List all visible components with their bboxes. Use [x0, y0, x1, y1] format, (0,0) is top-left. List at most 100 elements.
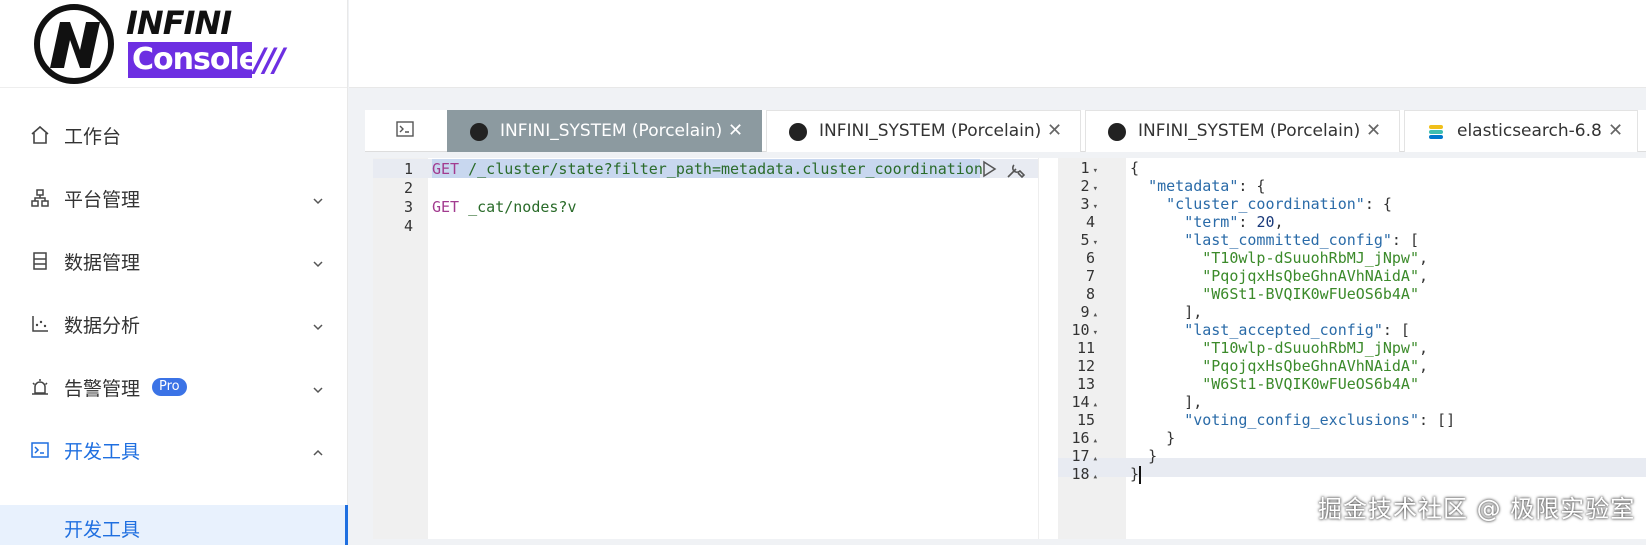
- request-editor[interactable]: 1 2 3 4 GET /_cluster/state?filter_path=…: [373, 158, 1038, 539]
- json-line: "PqojqxHsQbeGhnAVhNAidA",: [1202, 267, 1429, 285]
- line-number: 10 ▾: [1071, 321, 1098, 339]
- sidebar-item-label: 工作台: [64, 125, 122, 148]
- cluster-icon: [29, 187, 51, 209]
- json-line: "last_committed_config": [: [1184, 231, 1419, 249]
- line-number: 5 ▾: [1080, 231, 1098, 249]
- tab-label: INFINI_SYSTEM (Porcelain): [819, 121, 1042, 141]
- chevron-up-icon: [311, 443, 325, 457]
- json-line: ],: [1184, 393, 1203, 411]
- tab-label: INFINI_SYSTEM (Porcelain): [1138, 121, 1361, 141]
- line-number: 1 ▾: [1080, 159, 1098, 177]
- logo[interactable]: INFINI Console ///: [0, 0, 347, 88]
- home-icon: [29, 124, 51, 146]
- chevron-down-icon: [311, 254, 325, 268]
- line-number: 1: [403, 160, 413, 178]
- logo-slashes: ///: [254, 41, 285, 79]
- close-icon[interactable]: ✕: [728, 120, 743, 141]
- json-line: "term": 20,: [1184, 213, 1284, 231]
- tab-elasticsearch[interactable]: elasticsearch-6.8 ✕: [1404, 110, 1638, 152]
- logo-word-infini: INFINI: [126, 4, 232, 42]
- text-cursor: [1139, 466, 1141, 484]
- sidebar-item-platform[interactable]: 平台管理: [0, 176, 347, 220]
- line-number: 15: [1076, 411, 1095, 429]
- json-line: }: [1166, 429, 1176, 447]
- logo-word-console: Console: [128, 42, 259, 78]
- request-line-1: GET /_cluster/state?filter_path=metadata…: [432, 160, 983, 178]
- chevron-down-icon: [311, 317, 325, 331]
- response-viewer[interactable]: 1 ▾ 2 ▾ 3 ▾ 4 5 ▾ 6 7 8 9 ▴ 10 ▾ 11 12 13 14 ▴ …: [1058, 158, 1646, 539]
- sidebar-item-label: 平台管理: [64, 188, 141, 211]
- line-number: 8: [1085, 285, 1095, 303]
- sidebar-item-label: 开发工具: [64, 440, 141, 463]
- request-path: /_cluster/state?filter_path=metadata.clu…: [459, 160, 983, 178]
- infini-logo-icon: [789, 123, 807, 141]
- line-number: 17 ▴: [1071, 447, 1098, 465]
- json-line: "T10wlp-dSuuohRbMJ_jNpw",: [1202, 339, 1429, 357]
- run-request-icon[interactable]: [980, 160, 998, 182]
- line-number: 11: [1076, 339, 1095, 357]
- infini-logo-icon: [470, 123, 488, 141]
- elasticsearch-icon: [1427, 123, 1445, 141]
- line-number: 18 ▴: [1071, 465, 1098, 483]
- pro-badge: Pro: [152, 378, 187, 396]
- console-toggle-button[interactable]: [365, 110, 445, 152]
- tab-label: INFINI_SYSTEM (Porcelain): [500, 121, 723, 141]
- request-path: _cat/nodes?v: [459, 198, 577, 216]
- sidebar-item-devtools[interactable]: 开发工具: [0, 428, 347, 472]
- sidebar-item-alerting[interactable]: 告警管理 Pro: [0, 365, 347, 409]
- sidebar-item-workbench[interactable]: 工作台: [0, 113, 347, 157]
- terminal-icon: [29, 439, 51, 461]
- line-number: 14 ▴: [1071, 393, 1098, 411]
- line-number: 2 ▾: [1080, 177, 1098, 195]
- request-line-3: GET _cat/nodes?v: [432, 198, 577, 216]
- close-icon[interactable]: ✕: [1608, 120, 1623, 141]
- sidebar-item-label: 数据管理: [64, 251, 141, 274]
- line-number: 9 ▴: [1080, 303, 1098, 321]
- sidebar-item-analysis[interactable]: 数据分析: [0, 302, 347, 346]
- json-line: }: [1148, 447, 1158, 465]
- sidebar: INFINI Console /// 工作台 平台管理 数据管理 数据分析 告警…: [0, 0, 348, 545]
- sidebar-subitem-label: 开发工具: [64, 519, 141, 541]
- alarm-icon: [29, 376, 51, 398]
- line-number: 12: [1076, 357, 1095, 375]
- json-line: "cluster_coordination": {: [1166, 195, 1392, 213]
- close-icon[interactable]: ✕: [1047, 120, 1062, 141]
- terminal-icon: [395, 119, 415, 143]
- json-line: "W6St1-BVQIK0wFUeOS6b4A": [1202, 285, 1419, 303]
- tab-infini-system-2[interactable]: INFINI_SYSTEM (Porcelain) ✕: [766, 110, 1081, 152]
- line-number: 4: [1085, 213, 1095, 231]
- editor-splitter[interactable]: [1038, 158, 1058, 539]
- top-header: [349, 0, 1646, 88]
- json-line: "W6St1-BVQIK0wFUeOS6b4A": [1202, 375, 1419, 393]
- tab-infini-system-1[interactable]: INFINI_SYSTEM (Porcelain) ✕: [447, 110, 762, 152]
- logo-mark-icon: [34, 4, 114, 84]
- line-number: 6: [1085, 249, 1095, 267]
- line-number: 2: [403, 179, 413, 197]
- tab-label: elasticsearch-6.8: [1457, 121, 1602, 141]
- json-line: "T10wlp-dSuuohRbMJ_jNpw",: [1202, 249, 1429, 267]
- watermark: 掘金技术社区 @ 极限实验室: [1318, 495, 1636, 523]
- chevron-down-icon: [311, 191, 325, 205]
- sidebar-item-label: 数据分析: [64, 314, 141, 337]
- http-method: GET: [432, 198, 460, 216]
- sidebar-item-label: 告警管理: [64, 377, 141, 400]
- json-line: ],: [1184, 303, 1203, 321]
- chevron-down-icon: [311, 380, 325, 394]
- line-number: 4: [403, 217, 413, 235]
- json-line: "PqojqxHsQbeGhnAVhNAidA",: [1202, 357, 1429, 375]
- wrench-settings-icon[interactable]: [1005, 160, 1027, 184]
- sidebar-item-data[interactable]: 数据管理: [0, 239, 347, 283]
- close-icon[interactable]: ✕: [1366, 120, 1381, 141]
- chart-icon: [29, 313, 51, 335]
- http-method: GET: [432, 160, 460, 178]
- database-icon: [29, 250, 51, 272]
- tab-infini-system-3[interactable]: INFINI_SYSTEM (Porcelain) ✕: [1085, 110, 1400, 152]
- infini-logo-icon: [1108, 123, 1126, 141]
- sidebar-subitem-devtools[interactable]: 开发工具: [0, 505, 348, 545]
- line-number: 3 ▾: [1080, 195, 1098, 213]
- line-number: 7: [1085, 267, 1095, 285]
- line-number: 13: [1076, 375, 1095, 393]
- line-number: 16 ▴: [1071, 429, 1098, 447]
- line-number: 3: [403, 198, 413, 216]
- json-line: "voting_config_exclusions": []: [1184, 411, 1456, 429]
